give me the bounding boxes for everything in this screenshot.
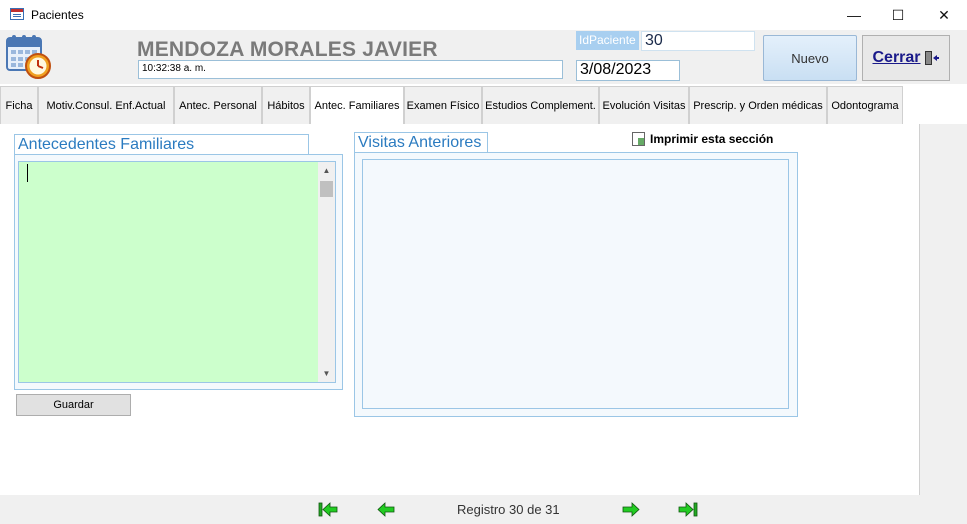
window-title: Pacientes — [31, 8, 84, 22]
previous-arrow-icon — [377, 501, 395, 517]
print-section-link[interactable]: Imprimir esta sección — [632, 132, 773, 146]
title-bar: Pacientes — ☐ ✕ — [0, 0, 967, 30]
close-window-button[interactable]: ✕ — [921, 0, 967, 30]
tab-prescripciones[interactable]: Prescrip. y Orden médicas — [689, 86, 827, 124]
scroll-up-icon[interactable]: ▲ — [318, 162, 335, 179]
scroll-down-icon[interactable]: ▼ — [318, 365, 335, 382]
print-section-label: Imprimir esta sección — [650, 132, 774, 146]
tab-motivo-consulta[interactable]: Motiv.Consul. Enf.Actual — [38, 86, 174, 124]
exit-door-icon — [924, 51, 939, 65]
previous-record-button[interactable] — [377, 501, 399, 517]
last-record-icon — [678, 501, 698, 517]
tab-habitos[interactable]: Hábitos — [262, 86, 310, 124]
last-record-button[interactable] — [678, 501, 700, 517]
tab-estudios-complementarios[interactable]: Estudios Complement. — [482, 86, 599, 124]
vertical-scrollbar[interactable]: ▲ ▼ — [318, 162, 335, 382]
first-record-icon — [318, 501, 338, 517]
tab-evolucion-visitas[interactable]: Evolución Visitas — [599, 86, 689, 124]
record-counter: Registro 30 de 31 — [457, 502, 560, 517]
tab-ficha[interactable]: Ficha — [0, 86, 38, 124]
previous-visits-title: Visitas Anteriores — [354, 132, 488, 152]
tab-antecedentes-personal[interactable]: Antec. Personal — [174, 86, 262, 124]
patient-id-field[interactable]: 30 — [641, 31, 755, 51]
record-navigation-bar: Registro 30 de 31 — [0, 495, 967, 524]
next-record-button[interactable] — [622, 501, 644, 517]
family-history-textarea[interactable]: ▲ ▼ — [18, 161, 336, 383]
close-form-button[interactable]: Cerrar — [862, 35, 950, 81]
tab-strip: Ficha Motiv.Consul. Enf.Actual Antec. Pe… — [0, 86, 903, 125]
first-record-button[interactable] — [318, 501, 340, 517]
next-arrow-icon — [622, 501, 640, 517]
new-button[interactable]: Nuevo — [763, 35, 857, 81]
text-caret — [27, 164, 28, 182]
tab-content-panel: Antecedentes Familiares ▲ ▼ Guardar Visi… — [0, 124, 920, 495]
tab-odontograma[interactable]: Odontograma — [827, 86, 903, 124]
patient-name: MENDOZA MORALES JAVIER — [137, 38, 438, 61]
save-button[interactable]: Guardar — [16, 394, 131, 416]
calendar-clock-icon — [6, 35, 51, 79]
tab-examen-fisico[interactable]: Examen Físico — [404, 86, 482, 124]
print-report-icon — [632, 132, 645, 146]
date-field[interactable]: 3/08/2023 — [576, 60, 680, 81]
previous-visits-list[interactable] — [362, 159, 789, 409]
patient-header: MENDOZA MORALES JAVIER 10:32:38 a. m. Id… — [0, 30, 967, 84]
form-background — [920, 124, 967, 495]
time-display: 10:32:38 a. m. — [138, 60, 563, 79]
minimize-button[interactable]: — — [831, 0, 877, 30]
scroll-thumb[interactable] — [320, 181, 333, 197]
app-form-icon — [10, 8, 24, 20]
maximize-button[interactable]: ☐ — [875, 0, 921, 30]
close-form-label: Cerrar — [872, 49, 921, 66]
patient-id-label: IdPaciente — [576, 31, 639, 50]
family-history-title: Antecedentes Familiares — [14, 134, 309, 154]
tab-antecedentes-familiares[interactable]: Antec. Familiares — [310, 86, 404, 125]
